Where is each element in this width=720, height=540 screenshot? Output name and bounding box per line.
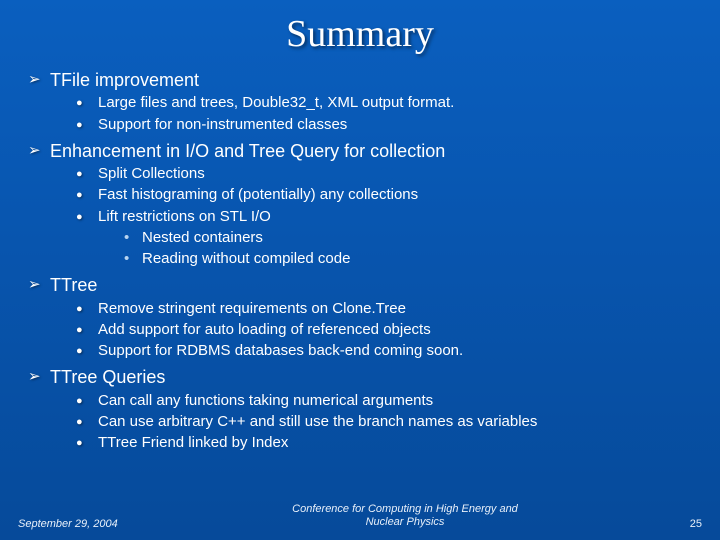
sub-bullet-item: • Nested containers bbox=[124, 228, 700, 248]
dot-bullet-icon: ● bbox=[76, 164, 98, 184]
dot-bullet-icon: ● bbox=[76, 433, 98, 453]
footer-date: September 29, 2004 bbox=[18, 518, 148, 530]
slide-title: Summary bbox=[0, 0, 720, 64]
bullet-text: Remove stringent requirements on Clone.T… bbox=[98, 299, 406, 319]
arrow-bullet-icon: ➢ bbox=[28, 68, 50, 92]
dot-bullet-icon: ● bbox=[76, 320, 98, 340]
sub-bullet-item: • Reading without compiled code bbox=[124, 249, 700, 269]
bullet-text: Can use arbitrary C++ and still use the … bbox=[98, 412, 537, 432]
section-heading-text: TFile improvement bbox=[50, 68, 199, 92]
section-heading-text: TTree bbox=[50, 273, 97, 297]
slide-footer: September 29, 2004 Conference for Comput… bbox=[0, 503, 720, 531]
bullet-item: ● Remove stringent requirements on Clone… bbox=[76, 299, 700, 319]
bullet-text: Lift restrictions on STL I/O bbox=[98, 207, 271, 227]
section-heading-text: TTree Queries bbox=[50, 365, 165, 389]
bullet-item: ● Support for non-instrumented classes bbox=[76, 115, 700, 135]
section-heading: ➢ TFile improvement bbox=[28, 68, 700, 92]
arrow-bullet-icon: ➢ bbox=[28, 273, 50, 297]
arrow-bullet-icon: ➢ bbox=[28, 139, 50, 163]
bullet-text: Support for RDBMS databases back-end com… bbox=[98, 341, 463, 361]
bullet-text: Fast histograming of (potentially) any c… bbox=[98, 185, 418, 205]
bullet-text: Add support for auto loading of referenc… bbox=[98, 320, 431, 340]
dot-bullet-icon: ● bbox=[76, 341, 98, 361]
bullet-item: ● Can call any functions taking numerica… bbox=[76, 391, 700, 411]
sub-bullet-text: Reading without compiled code bbox=[142, 249, 350, 269]
footer-page-number: 25 bbox=[662, 518, 702, 530]
dot-bullet-icon: ● bbox=[76, 185, 98, 205]
dot-bullet-icon: ● bbox=[76, 391, 98, 411]
dot-bullet-icon: ● bbox=[76, 115, 98, 135]
bullet-item: ● Fast histograming of (potentially) any… bbox=[76, 185, 700, 205]
bullet-text: Support for non-instrumented classes bbox=[98, 115, 347, 135]
bullet-item: ● Split Collections bbox=[76, 164, 700, 184]
sub-bullet-text: Nested containers bbox=[142, 228, 263, 248]
bullet-text: Large files and trees, Double32_t, XML o… bbox=[98, 93, 454, 113]
dot-bullet-icon: ● bbox=[76, 412, 98, 432]
footer-conference: Conference for Computing in High Energy … bbox=[148, 503, 662, 531]
section-heading: ➢ TTree bbox=[28, 273, 700, 297]
arrow-bullet-icon: ➢ bbox=[28, 365, 50, 389]
dot-bullet-icon: ● bbox=[76, 93, 98, 113]
slide-content: ➢ TFile improvement ● Large files and tr… bbox=[0, 68, 720, 453]
bullet-item: ● Lift restrictions on STL I/O bbox=[76, 207, 700, 227]
footer-conference-line2: Nuclear Physics bbox=[366, 516, 445, 528]
section-heading: ➢ Enhancement in I/O and Tree Query for … bbox=[28, 139, 700, 163]
bullet-text: TTree Friend linked by Index bbox=[98, 433, 288, 453]
bullet-item: ● Can use arbitrary C++ and still use th… bbox=[76, 412, 700, 432]
dot-bullet-icon: ● bbox=[76, 299, 98, 319]
footer-conference-line1: Conference for Computing in High Energy … bbox=[292, 503, 518, 515]
bullet-item: ● Large files and trees, Double32_t, XML… bbox=[76, 93, 700, 113]
bullet-text: Can call any functions taking numerical … bbox=[98, 391, 433, 411]
dot-bullet-icon: ● bbox=[76, 207, 98, 227]
sub-bullet-icon: • bbox=[124, 228, 142, 248]
section-heading-text: Enhancement in I/O and Tree Query for co… bbox=[50, 139, 445, 163]
bullet-item: ● Add support for auto loading of refere… bbox=[76, 320, 700, 340]
section-heading: ➢ TTree Queries bbox=[28, 365, 700, 389]
sub-bullet-icon: • bbox=[124, 249, 142, 269]
bullet-item: ● TTree Friend linked by Index bbox=[76, 433, 700, 453]
bullet-text: Split Collections bbox=[98, 164, 205, 184]
bullet-item: ● Support for RDBMS databases back-end c… bbox=[76, 341, 700, 361]
